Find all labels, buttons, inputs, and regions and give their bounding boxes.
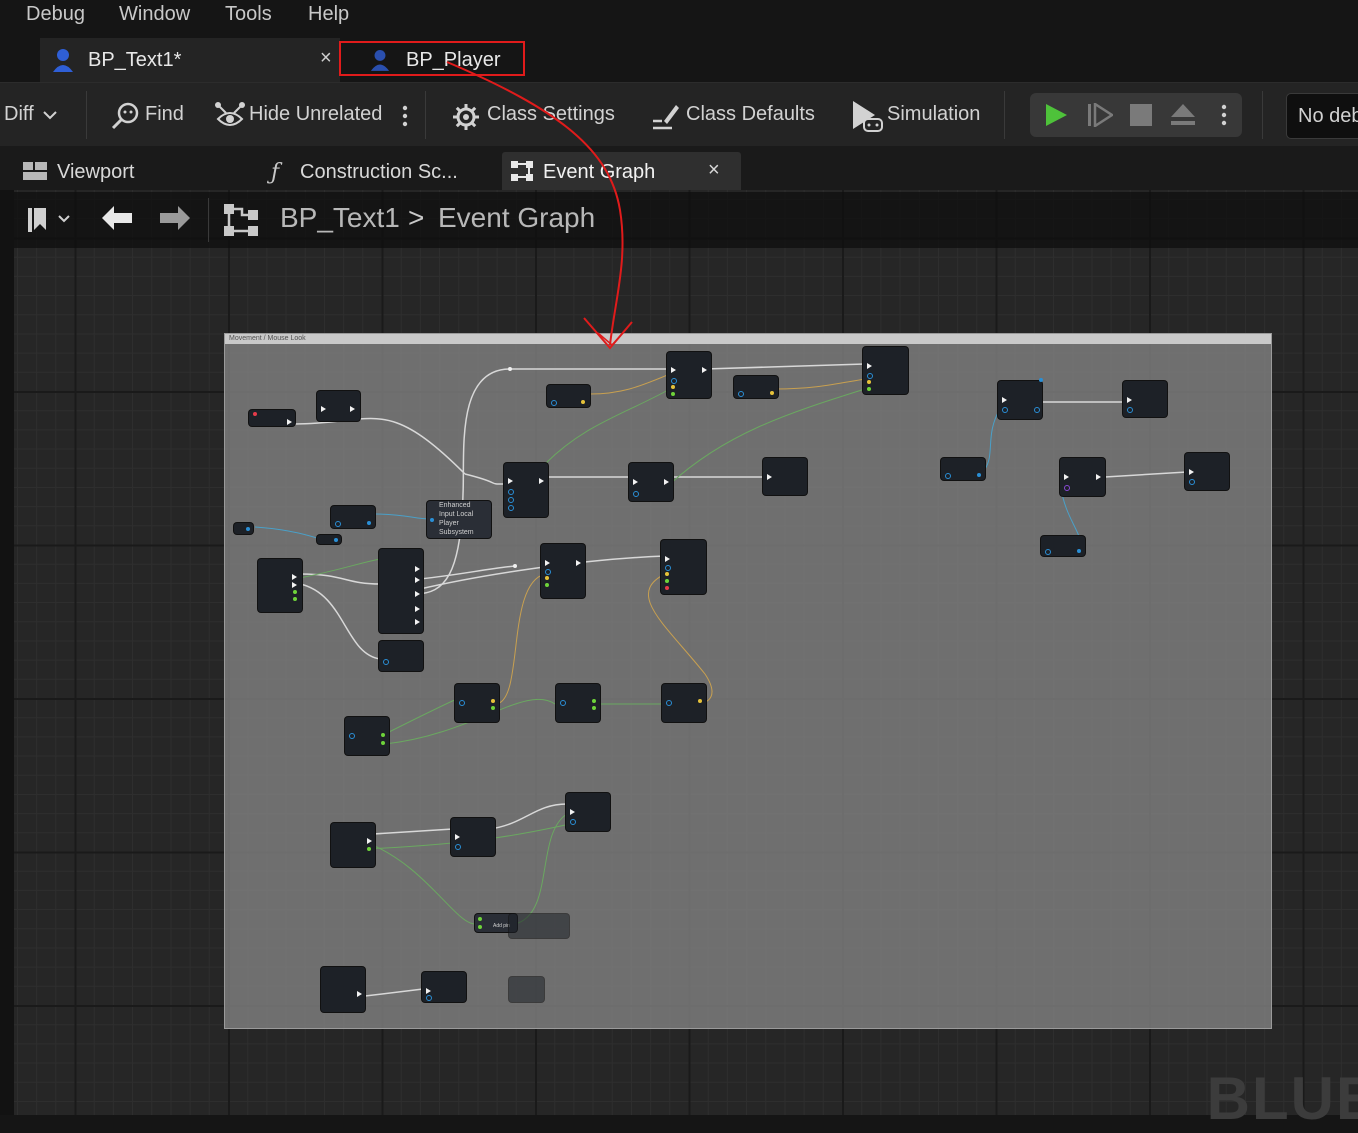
annotation-arrow	[446, 61, 633, 350]
